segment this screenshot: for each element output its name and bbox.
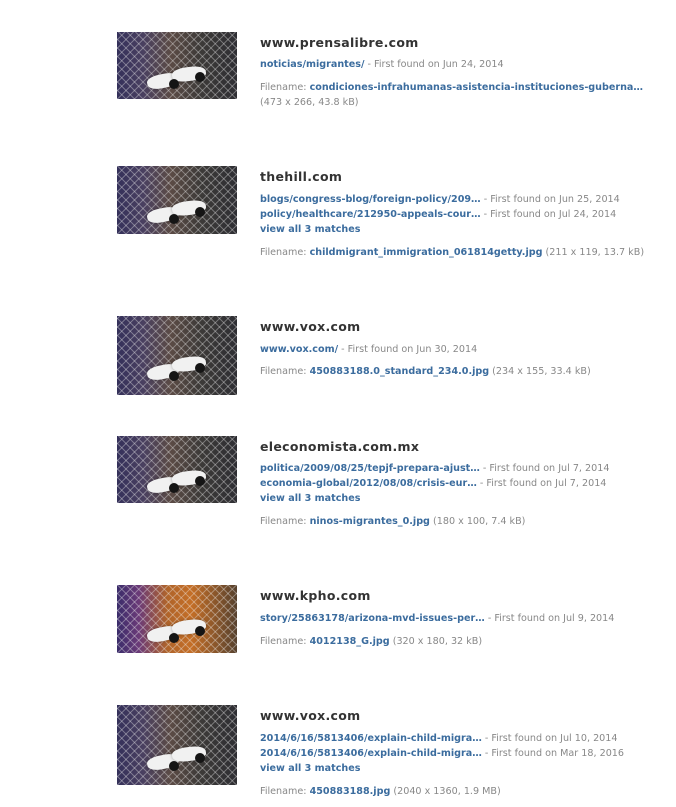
- match-line: story/25863178/arizona-mvd-issues-per… -…: [260, 613, 614, 624]
- thumbnail-figure: [195, 363, 205, 374]
- result-site: www.prensalibre.com: [260, 35, 419, 50]
- match-link[interactable]: 2014/6/16/5813406/explain-child-migra…: [260, 733, 482, 744]
- match-line: 2014/6/16/5813406/explain-child-migra… -…: [260, 748, 624, 759]
- result-site: www.kpho.com: [260, 588, 371, 603]
- filename-meta: (180 x 100, 7.4 kB): [433, 516, 526, 527]
- filename-line: Filename: childmigrant_immigration_06181…: [260, 247, 644, 258]
- filename-meta: (211 x 119, 13.7 kB): [545, 247, 645, 258]
- filename-meta: (320 x 180, 32 kB): [392, 636, 483, 647]
- match-link[interactable]: story/25863178/arizona-mvd-issues-per…: [260, 613, 485, 624]
- match-meta: - First found on Jul 10, 2014: [481, 733, 618, 744]
- thumbnail-figure: [195, 206, 205, 217]
- match-meta: - First found on Mar 18, 2016: [481, 748, 625, 759]
- thumbnail-figure: [195, 625, 205, 636]
- match-line: politica/2009/08/25/tepjf-prepara-ajust……: [260, 463, 609, 474]
- match-link[interactable]: politica/2009/08/25/tepjf-prepara-ajust…: [260, 463, 480, 474]
- thumbnail-figure: [169, 482, 179, 493]
- filename-link[interactable]: 450883188.0_standard_234.0.jpg: [310, 366, 490, 377]
- match-line: noticias/migrantes/ - First found on Jun…: [260, 59, 504, 70]
- match-meta: - First found on Jul 7, 2014: [479, 463, 610, 474]
- match-meta: - First found on Jul 24, 2014: [480, 209, 617, 220]
- filename-label: Filename:: [260, 82, 307, 93]
- filename-line: Filename: 4012138_G.jpg (320 x 180, 32 k…: [260, 636, 482, 647]
- match-link[interactable]: blogs/congress-blog/foreign-policy/209…: [260, 194, 481, 205]
- filename-meta: (2040 x 1360, 1.9 MB): [393, 786, 501, 797]
- match-link[interactable]: www.vox.com/: [260, 344, 338, 355]
- thumbnail-figure: [195, 753, 205, 763]
- match-link[interactable]: noticias/migrantes/: [260, 59, 364, 70]
- filename-label: Filename:: [260, 516, 307, 527]
- view-all-line: view all 3 matches: [260, 224, 360, 235]
- match-line: www.vox.com/ - First found on Jun 30, 20…: [260, 344, 477, 355]
- thumbnail-figure: [169, 213, 179, 224]
- view-all-link[interactable]: view all 3 matches: [260, 224, 360, 235]
- match-line: 2014/6/16/5813406/explain-child-migra… -…: [260, 733, 618, 744]
- filename-label: Filename:: [260, 636, 307, 647]
- filename-line: Filename: condiciones-infrahumanas-asist…: [260, 82, 643, 93]
- result-thumbnail[interactable]: [117, 32, 237, 99]
- result-thumbnail[interactable]: [117, 436, 237, 503]
- view-all-line: view all 3 matches: [260, 763, 360, 774]
- match-line: economia-global/2012/08/08/crisis-eur… -…: [260, 478, 606, 489]
- result-site: www.vox.com: [260, 319, 361, 334]
- filename-meta: (473 x 266, 43.8 kB): [260, 97, 359, 108]
- match-line: blogs/congress-blog/foreign-policy/209… …: [260, 194, 620, 205]
- filename-label: Filename:: [260, 366, 307, 377]
- filename-meta: (234 x 155, 33.4 kB): [492, 366, 591, 377]
- match-line: policy/healthcare/212950-appeals-cour… -…: [260, 209, 616, 220]
- thumbnail-figure: [169, 371, 179, 382]
- view-all-link[interactable]: view all 3 matches: [260, 493, 360, 504]
- match-meta: - First found on Jul 7, 2014: [476, 478, 607, 489]
- filename-link[interactable]: condiciones-infrahumanas-asistencia-inst…: [310, 82, 643, 93]
- result-thumbnail[interactable]: [117, 705, 237, 785]
- filename-line: Filename: 450883188.0_standard_234.0.jpg…: [260, 366, 591, 377]
- filename-link[interactable]: 450883188.jpg: [310, 786, 391, 797]
- filename-link[interactable]: 4012138_G.jpg: [310, 636, 390, 647]
- thumbnail-figure: [169, 632, 179, 643]
- filename-link[interactable]: childmigrant_immigration_061814getty.jpg: [310, 247, 543, 258]
- match-link[interactable]: policy/healthcare/212950-appeals-cour…: [260, 209, 481, 220]
- thumbnail-figure: [195, 72, 205, 83]
- filename-label: Filename:: [260, 786, 307, 797]
- filename-line: Filename: 450883188.jpg (2040 x 1360, 1.…: [260, 786, 501, 797]
- filename-line: Filename: ninos-migrantes_0.jpg (180 x 1…: [260, 516, 525, 527]
- match-link[interactable]: economia-global/2012/08/08/crisis-eur…: [260, 478, 477, 489]
- result-thumbnail[interactable]: [117, 316, 237, 395]
- thumbnail-figure: [195, 476, 205, 487]
- thumbnail-figure: [169, 78, 179, 89]
- filename-label: Filename:: [260, 247, 307, 258]
- match-meta: - First found on Jun 30, 2014: [338, 344, 478, 355]
- match-meta: - First found on Jun 24, 2014: [364, 59, 504, 70]
- result-site: thehill.com: [260, 169, 343, 184]
- result-site: www.vox.com: [260, 708, 361, 723]
- thumbnail-figure: [169, 761, 179, 771]
- match-meta: - First found on Jun 25, 2014: [480, 194, 620, 205]
- result-site: eleconomista.com.mx: [260, 439, 420, 454]
- result-thumbnail[interactable]: [117, 166, 237, 234]
- filename-link[interactable]: ninos-migrantes_0.jpg: [310, 516, 430, 527]
- match-link[interactable]: 2014/6/16/5813406/explain-child-migra…: [260, 748, 482, 759]
- match-meta: - First found on Jul 9, 2014: [484, 613, 615, 624]
- view-all-line: view all 3 matches: [260, 493, 360, 504]
- result-thumbnail[interactable]: [117, 585, 237, 653]
- view-all-link[interactable]: view all 3 matches: [260, 763, 360, 774]
